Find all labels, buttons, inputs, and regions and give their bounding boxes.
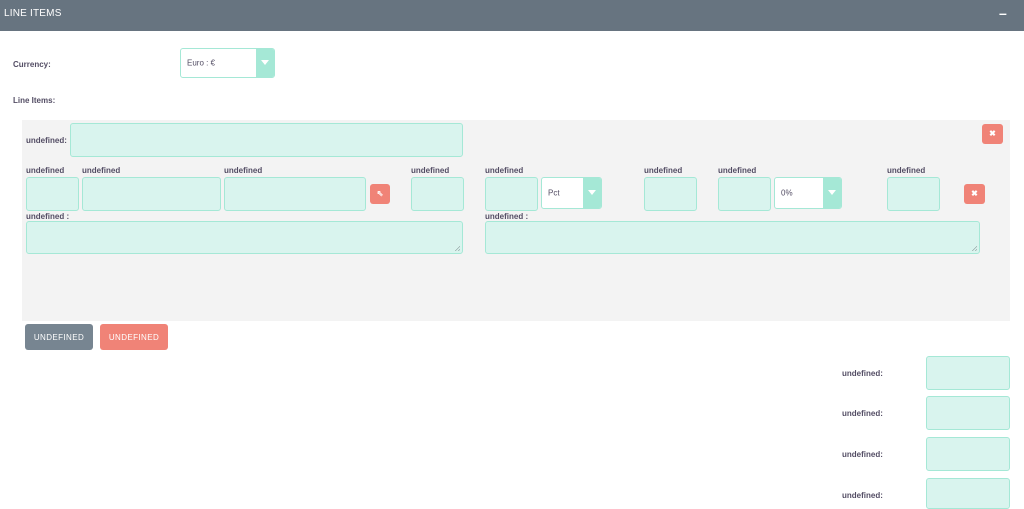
minus-icon[interactable]: – <box>999 6 1008 20</box>
shipping-label: undefined: <box>842 491 883 500</box>
subtotal-label: undefined: <box>842 450 883 459</box>
tax-input[interactable] <box>718 177 771 211</box>
total-price-input[interactable] <box>887 177 940 211</box>
panel-title: LINE ITEMS <box>4 8 62 19</box>
column-label: undefined <box>887 166 926 175</box>
currency-label: Currency: <box>13 60 51 69</box>
note-label: undefined : <box>485 212 529 221</box>
close-icon: ✖ <box>971 189 978 198</box>
add-group-button[interactable]: UNDEFINED <box>100 324 168 350</box>
arrow-up-left-icon: ⇖ <box>376 189 384 198</box>
remove-line-item-button[interactable]: ✖ <box>964 184 985 204</box>
remove-group-button[interactable]: ✖ <box>982 124 1003 144</box>
column-label: undefined <box>82 166 121 175</box>
add-line-item-button[interactable]: UNDEFINED <box>25 324 93 350</box>
total-label: undefined: <box>842 369 883 378</box>
description-label: undefined : <box>26 212 70 221</box>
total-amount-input[interactable] <box>926 356 1010 390</box>
column-label: undefined <box>644 166 683 175</box>
close-icon: ✖ <box>989 129 996 138</box>
resize-handle[interactable] <box>971 245 977 251</box>
group-name-input[interactable] <box>70 123 463 157</box>
column-label: undefined <box>718 166 757 175</box>
chevron-down-icon <box>823 178 841 208</box>
product-name-input[interactable] <box>82 177 221 211</box>
quantity-input[interactable] <box>26 177 79 211</box>
select-product-button[interactable]: ⇖ <box>370 184 390 204</box>
chevron-down-icon <box>583 178 601 208</box>
sale-price-input[interactable] <box>644 177 697 211</box>
discount-total-input[interactable] <box>926 396 1010 430</box>
description-textarea[interactable] <box>26 221 463 254</box>
tax-rate-select[interactable]: 0% <box>774 177 842 209</box>
discount-type-select[interactable]: Pct <box>541 177 602 209</box>
discount-type-value: Pct <box>548 188 560 198</box>
column-label: undefined <box>224 166 263 175</box>
note-textarea[interactable] <box>485 221 980 254</box>
currency-selected-value: Euro : € <box>187 58 216 68</box>
chevron-down-icon <box>256 49 274 77</box>
panel-header <box>0 0 1024 31</box>
discount-input[interactable] <box>485 177 538 211</box>
subtotal-input[interactable] <box>926 437 1010 471</box>
line-items-label: Line Items: <box>13 96 56 105</box>
discount-total-label: undefined: <box>842 409 883 418</box>
part-number-input[interactable] <box>224 177 366 211</box>
list-price-input[interactable] <box>411 177 464 211</box>
currency-select[interactable]: Euro : € <box>180 48 275 78</box>
column-label: undefined <box>26 166 65 175</box>
group-name-label: undefined: <box>26 136 67 145</box>
resize-handle[interactable] <box>454 245 460 251</box>
column-label: undefined <box>485 166 524 175</box>
tax-rate-value: 0% <box>781 188 793 198</box>
column-label: undefined <box>411 166 450 175</box>
shipping-input[interactable] <box>926 478 1010 509</box>
